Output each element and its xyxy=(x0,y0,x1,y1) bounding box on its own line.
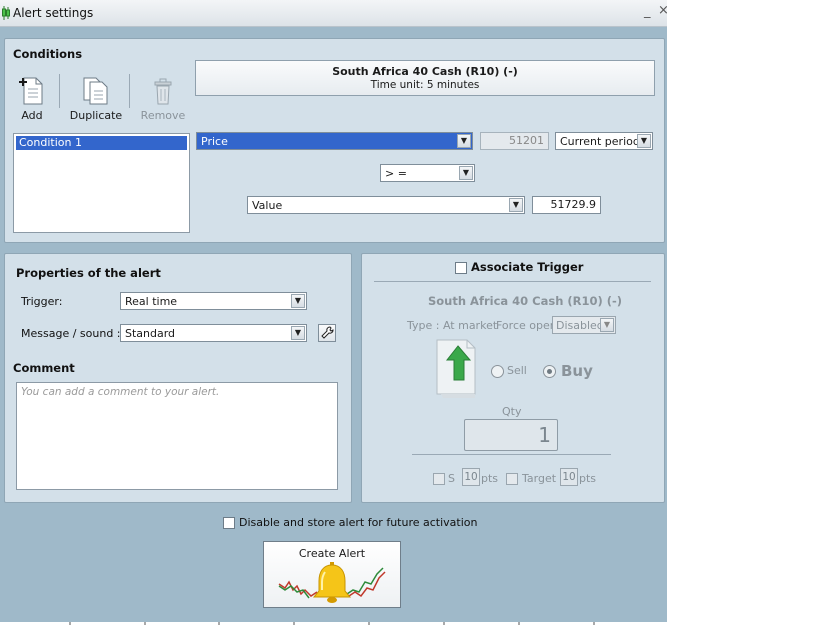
force-open-value: Disabled xyxy=(556,319,604,332)
trash-icon xyxy=(154,78,172,105)
compare-select[interactable]: Value ▼ xyxy=(247,196,525,214)
buy-radio[interactable] xyxy=(543,365,556,378)
remove-button[interactable]: Remove xyxy=(133,76,193,122)
instrument-name: South Africa 40 Cash (R10) (-) xyxy=(332,65,518,78)
operator-value: > = xyxy=(385,167,407,180)
target-unit: pts xyxy=(579,472,597,485)
qty-label: Qty xyxy=(502,405,522,418)
disable-store-checkbox[interactable] xyxy=(223,517,235,529)
target-input[interactable]: 10 xyxy=(560,468,578,486)
create-alert-button[interactable]: Create Alert xyxy=(263,541,401,608)
close-button[interactable]: × xyxy=(658,3,667,18)
add-label: Add xyxy=(21,109,43,122)
associate-trigger-label: Associate Trigger xyxy=(471,260,584,274)
target-label: Target xyxy=(522,472,557,485)
properties-header: Properties of the alert xyxy=(16,266,161,280)
alert-settings-window: Alert settings _ × Conditions Add Duplic… xyxy=(0,0,667,622)
toolbar-separator xyxy=(129,74,130,108)
comment-placeholder: You can add a comment to your alert. xyxy=(21,386,220,398)
comment-textarea[interactable]: You can add a comment to your alert. xyxy=(16,382,338,490)
conditions-list[interactable]: Condition 1 xyxy=(13,133,190,233)
title-bar: Alert settings _ × xyxy=(0,0,667,27)
stop-unit: pts xyxy=(481,472,499,485)
buy-label: Buy xyxy=(561,362,593,380)
target-checkbox[interactable] xyxy=(506,473,518,485)
stop-checkbox[interactable] xyxy=(433,473,445,485)
trigger-label: Trigger: xyxy=(21,295,63,308)
sell-label: Sell xyxy=(507,364,527,377)
toolbar-separator xyxy=(59,74,60,108)
chevron-down-icon[interactable]: ▼ xyxy=(291,326,305,340)
period-select[interactable]: Current period ▼ xyxy=(555,132,653,150)
threshold-input[interactable]: 51729.9 xyxy=(532,196,601,214)
instrument-info: South Africa 40 Cash (R10) (-) Time unit… xyxy=(195,60,655,96)
conditions-header: Conditions xyxy=(13,47,83,61)
qty-input[interactable]: 1 xyxy=(464,419,558,451)
stop-input[interactable]: 10 xyxy=(462,468,480,486)
chevron-down-icon[interactable]: ▼ xyxy=(457,134,471,148)
sound-settings-button[interactable] xyxy=(318,324,336,342)
chevron-down-icon[interactable]: ▼ xyxy=(459,166,473,180)
associate-trigger-panel xyxy=(361,253,665,503)
divider xyxy=(374,281,651,282)
force-open-select[interactable]: Disabled ▼ xyxy=(552,316,616,334)
disable-store-label: Disable and store alert for future activ… xyxy=(239,516,478,529)
divider xyxy=(412,454,611,455)
add-document-icon xyxy=(19,77,43,105)
duplicate-document-icon xyxy=(83,77,108,105)
stop-label: S xyxy=(448,472,455,485)
trigger-value: Real time xyxy=(125,295,178,308)
duplicate-label: Duplicate xyxy=(69,109,123,122)
order-type: Type : At market xyxy=(407,319,498,332)
buy-arrow-icon xyxy=(436,339,476,398)
force-open-label: Force open xyxy=(496,319,557,332)
time-unit: Time unit: 5 minutes xyxy=(370,79,480,91)
comment-header: Comment xyxy=(13,361,75,375)
add-button[interactable]: Add xyxy=(2,76,62,122)
wrench-icon xyxy=(321,326,334,339)
sell-radio[interactable] xyxy=(491,365,504,378)
associate-trigger-checkbox[interactable] xyxy=(455,262,467,274)
duplicate-button[interactable]: Duplicate xyxy=(66,76,126,122)
trigger-select[interactable]: Real time ▼ xyxy=(120,292,307,310)
message-sound-value: Standard xyxy=(125,327,176,340)
chevron-down-icon[interactable]: ▼ xyxy=(600,318,614,332)
trigger-instrument: South Africa 40 Cash (R10) (-) xyxy=(428,294,623,308)
chart-candle-icon xyxy=(2,6,10,20)
chevron-down-icon[interactable]: ▼ xyxy=(291,294,305,308)
chevron-down-icon[interactable]: ▼ xyxy=(637,134,651,148)
compare-value: Value xyxy=(252,199,283,212)
minimize-button[interactable]: _ xyxy=(644,4,651,19)
indicator-select[interactable]: Price ▼ xyxy=(196,132,473,150)
message-sound-select[interactable]: Standard ▼ xyxy=(120,324,307,342)
period-value: Current period xyxy=(560,135,640,148)
indicator-value: Price xyxy=(201,135,228,148)
message-sound-label: Message / sound : xyxy=(21,327,121,340)
operator-select[interactable]: > = ▼ xyxy=(380,164,475,182)
remove-label: Remove xyxy=(140,109,186,122)
current-value-field: 51201 xyxy=(480,132,549,150)
list-item[interactable]: Condition 1 xyxy=(16,136,187,150)
chevron-down-icon[interactable]: ▼ xyxy=(509,198,523,212)
create-alert-label: Create Alert xyxy=(298,547,366,560)
alert-bell-icon xyxy=(278,562,386,603)
window-title: Alert settings xyxy=(13,6,94,20)
